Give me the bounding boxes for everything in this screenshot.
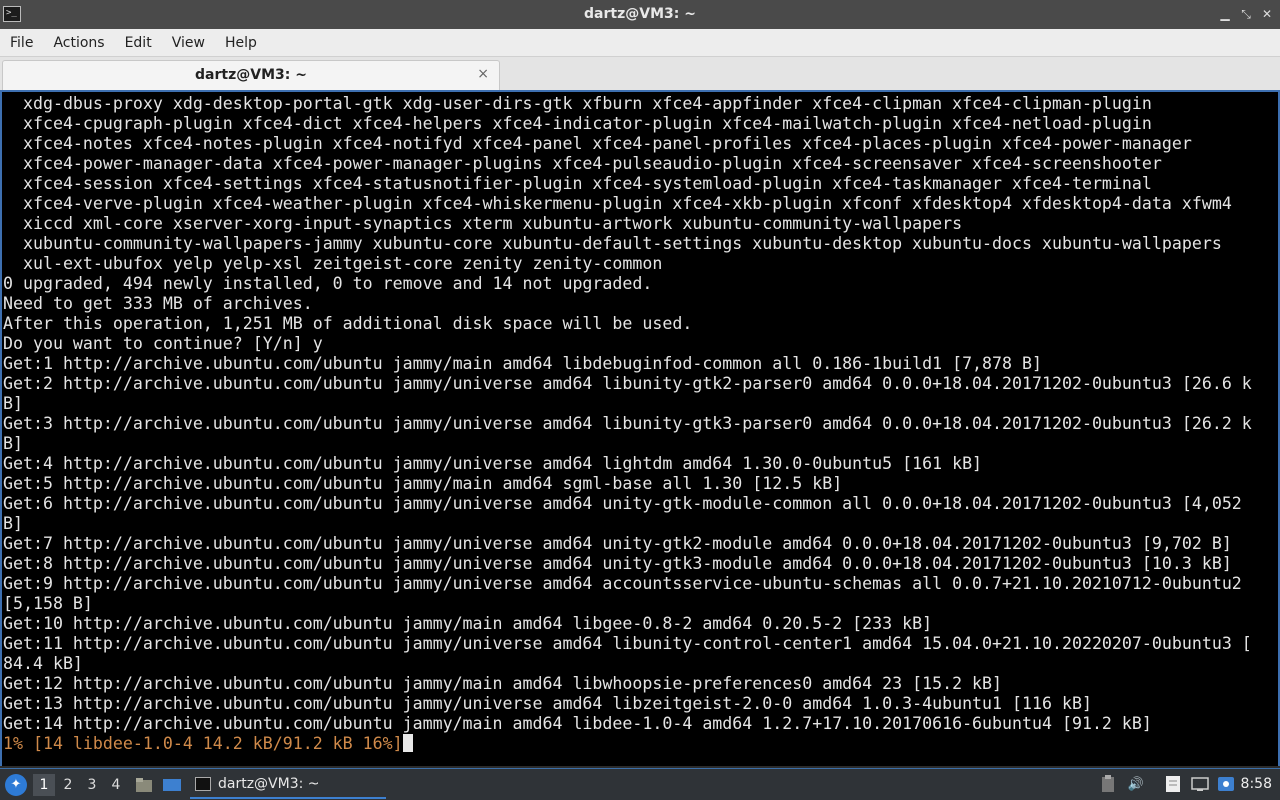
terminal-task-icon xyxy=(195,777,211,791)
window-title: dartz@VM3: ~ xyxy=(584,6,696,22)
workspace-1-button[interactable]: 1 xyxy=(33,774,55,796)
tab-label: dartz@VM3: ~ xyxy=(195,67,307,83)
terminal-line: Do you want to continue? [Y/n] y xyxy=(3,334,323,353)
workspace-4-button[interactable]: 4 xyxy=(105,774,127,796)
progress-text: 1% [14 libdee-1.0-4 14.2 kB/91.2 kB 16%] xyxy=(3,734,403,753)
tab-bar: dartz@VM3: ~ × xyxy=(0,57,1280,90)
maximize-button[interactable]: ⤡ xyxy=(1237,5,1255,23)
terminal-line: xfce4-power-manager-data xfce4-power-man… xyxy=(3,154,1162,173)
tab-close-icon[interactable]: × xyxy=(477,66,489,82)
terminal-line: Get:1 http://archive.ubuntu.com/ubuntu j… xyxy=(3,354,1042,373)
terminal-line: Get:2 http://archive.ubuntu.com/ubuntu j… xyxy=(3,374,1252,393)
clipboard-icon[interactable] xyxy=(1098,775,1118,795)
terminal-line: 84.4 kB] xyxy=(3,654,83,673)
terminal-line: Get:13 http://archive.ubuntu.com/ubuntu … xyxy=(3,694,1092,713)
terminal-line: Get:3 http://archive.ubuntu.com/ubuntu j… xyxy=(3,414,1252,433)
terminal-line: Get:12 http://archive.ubuntu.com/ubuntu … xyxy=(3,674,1003,693)
xubuntu-start-icon[interactable]: ✦ xyxy=(5,774,27,796)
workspace-2-button[interactable]: 2 xyxy=(57,774,79,796)
volume-icon[interactable]: 🔊 xyxy=(1126,775,1146,795)
menu-edit[interactable]: Edit xyxy=(115,29,162,57)
terminal-line: Get:10 http://archive.ubuntu.com/ubuntu … xyxy=(3,614,933,633)
terminal-line: Get:6 http://archive.ubuntu.com/ubuntu j… xyxy=(3,494,1242,513)
terminal-line: 0 upgraded, 494 newly installed, 0 to re… xyxy=(3,274,653,293)
show-desktop-icon[interactable] xyxy=(162,775,182,795)
terminal-line: B] xyxy=(3,434,23,453)
terminal-cursor xyxy=(402,734,413,752)
terminal-line: B] xyxy=(3,514,23,533)
close-button[interactable]: ✕ xyxy=(1258,5,1276,23)
network-icon[interactable] xyxy=(1190,775,1210,795)
terminal-line: [5,158 B] xyxy=(3,594,93,613)
terminal-line: xfce4-session xfce4-settings xfce4-statu… xyxy=(3,174,1152,193)
taskbar: ✦ 1 2 3 4 dartz@VM3: ~ 🔊 8:58 xyxy=(0,768,1280,800)
menu-bar: File Actions Edit View Help xyxy=(0,29,1280,57)
terminal-line: xdg-dbus-proxy xdg-desktop-portal-gtk xd… xyxy=(3,94,1152,113)
workspace-3-button[interactable]: 3 xyxy=(81,774,103,796)
terminal-line: xfce4-verve-plugin xfce4-weather-plugin … xyxy=(3,194,1232,213)
terminal-tab[interactable]: dartz@VM3: ~ × xyxy=(2,60,500,90)
terminal-line: Get:5 http://archive.ubuntu.com/ubuntu j… xyxy=(3,474,843,493)
file-manager-icon[interactable] xyxy=(134,775,154,795)
terminal-line: xfce4-cpugraph-plugin xfce4-dict xfce4-h… xyxy=(3,114,1152,133)
menu-help[interactable]: Help xyxy=(215,29,267,57)
notification-icon[interactable] xyxy=(1216,775,1236,795)
terminal-line: Get:11 http://archive.ubuntu.com/ubuntu … xyxy=(3,634,1252,653)
terminal-line: xiccd xml-core xserver-xorg-input-synapt… xyxy=(3,214,963,233)
terminal-line: Get:14 http://archive.ubuntu.com/ubuntu … xyxy=(3,714,1152,733)
terminal-line: xfce4-notes xfce4-notes-plugin xfce4-not… xyxy=(3,134,1192,153)
terminal-output[interactable]: xdg-dbus-proxy xdg-desktop-portal-gtk xd… xyxy=(0,90,1280,766)
terminal-progress-line: 1% [14 libdee-1.0-4 14.2 kB/91.2 kB 16%] xyxy=(2,734,1278,754)
minimize-button[interactable]: ▁ xyxy=(1216,5,1234,23)
terminal-line: xul-ext-ubufox yelp yelp-xsl zeitgeist-c… xyxy=(3,254,663,273)
terminal-line: Get:8 http://archive.ubuntu.com/ubuntu j… xyxy=(3,554,1232,573)
taskbar-terminal-label: dartz@VM3: ~ xyxy=(218,776,320,792)
menu-view[interactable]: View xyxy=(162,29,215,57)
taskbar-terminal-button[interactable]: dartz@VM3: ~ xyxy=(190,771,386,799)
menu-actions[interactable]: Actions xyxy=(43,29,114,57)
window-titlebar[interactable]: >_ dartz@VM3: ~ ▁ ⤡ ✕ xyxy=(0,0,1280,29)
terminal-line: Need to get 333 MB of archives. xyxy=(3,294,313,313)
menu-file[interactable]: File xyxy=(0,29,43,57)
terminal-line: Get:4 http://archive.ubuntu.com/ubuntu j… xyxy=(3,454,983,473)
clock[interactable]: 8:58 xyxy=(1241,776,1272,792)
terminal-line: Get:9 http://archive.ubuntu.com/ubuntu j… xyxy=(3,574,1242,593)
terminal-line: B] xyxy=(3,394,23,413)
notes-icon[interactable] xyxy=(1163,775,1183,795)
terminal-line: xubuntu-community-wallpapers-jammy xubun… xyxy=(3,234,1222,253)
terminal-line: After this operation, 1,251 MB of additi… xyxy=(3,314,693,333)
terminal-line: Get:7 http://archive.ubuntu.com/ubuntu j… xyxy=(3,534,1232,553)
